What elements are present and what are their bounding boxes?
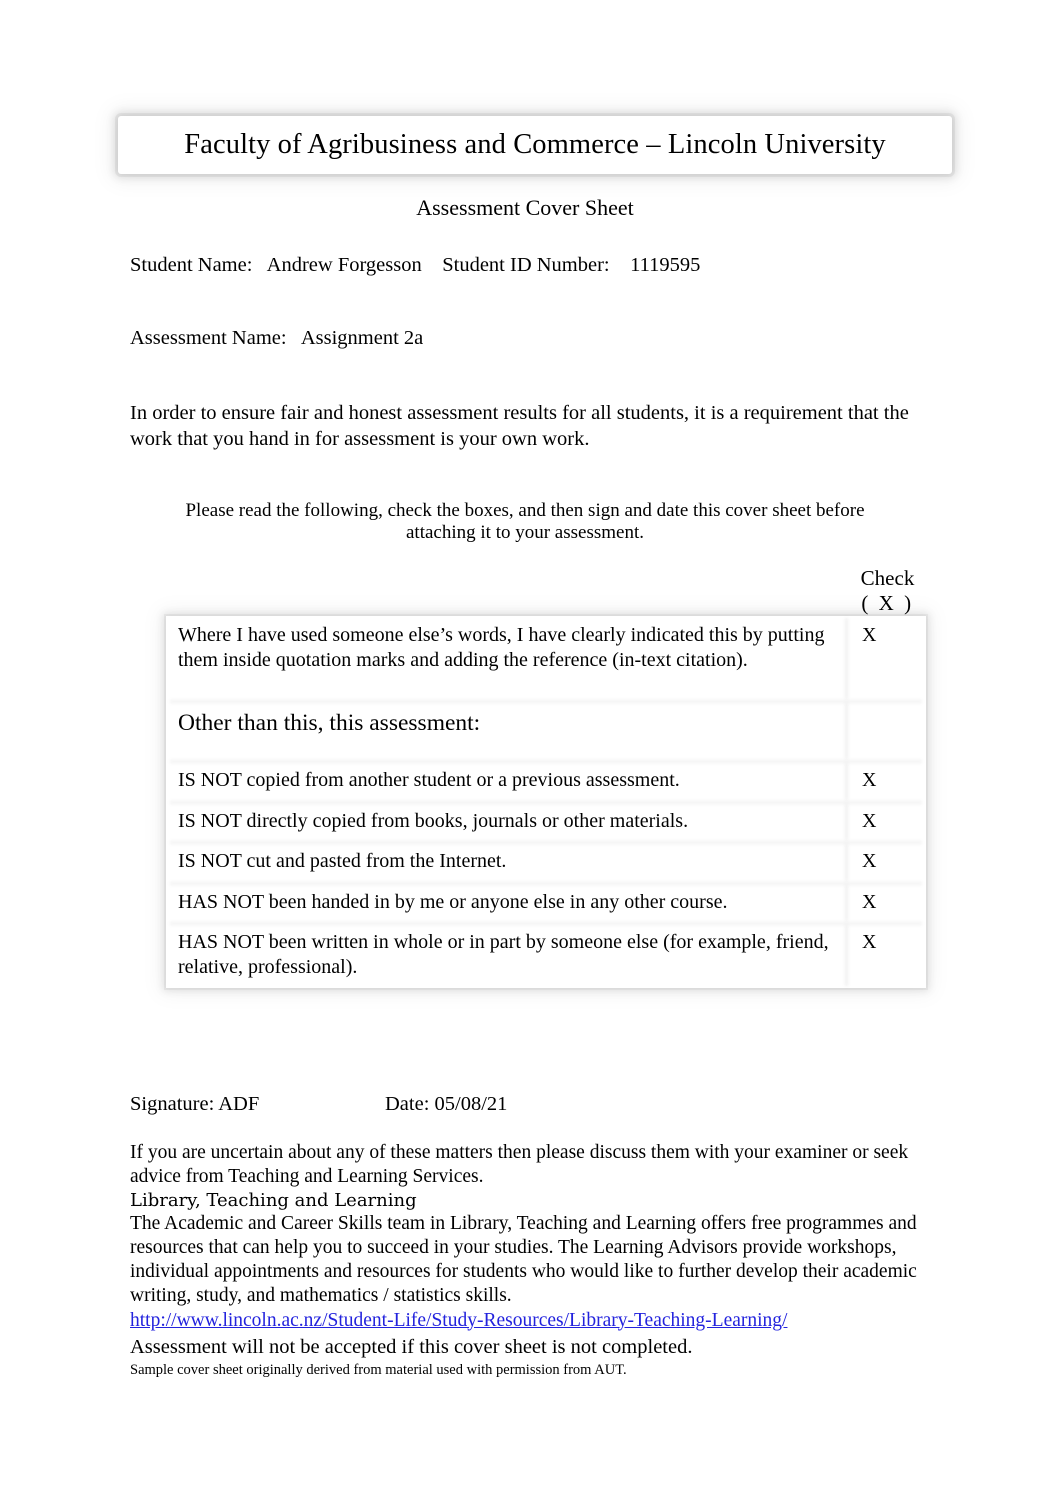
signature-row: Signature: ADF Date: 05/08/21 — [130, 1090, 920, 1118]
table-row: IS NOT copied from another student or a … — [166, 761, 926, 802]
instruction-paragraph: Please read the following, check the box… — [185, 500, 865, 543]
footer-uncertain-text: If you are uncertain about any of these … — [130, 1142, 909, 1187]
intro-paragraph: In order to ensure fair and honest asses… — [130, 402, 909, 450]
declaration-statement: IS NOT directly copied from books, journ… — [178, 809, 689, 832]
footer-description: The Academic and Career Skills team in L… — [130, 1213, 917, 1306]
declaration-table: Where I have used someone else’s words, … — [166, 616, 926, 988]
table-row: HAS NOT been written in whole or in part… — [166, 923, 926, 988]
declaration-section-heading: Other than this, this assessment: — [178, 710, 481, 736]
footer-information: If you are uncertain about any of these … — [130, 1141, 922, 1380]
declaration-checkbox-cell[interactable]: X — [846, 842, 926, 883]
declaration-checkbox-cell[interactable]: X — [846, 616, 926, 701]
footer-fineprint: Sample cover sheet originally derived fr… — [130, 1361, 627, 1378]
declaration-statement: IS NOT cut and pasted from the Internet. — [178, 850, 507, 872]
signature-field[interactable]: Signature: ADF — [130, 1093, 259, 1115]
declaration-checkbox-cell[interactable]: X — [846, 802, 926, 843]
footer-service-name: Library, Teaching and Learning — [130, 1189, 417, 1211]
declaration-checkbox-cell[interactable]: X — [846, 761, 926, 802]
footer-not-accepted-warning: Assessment will not be accepted if this … — [130, 1335, 693, 1358]
page-subtitle: Assessment Cover Sheet — [416, 195, 634, 220]
date-field[interactable]: Date: 05/08/21 — [385, 1090, 507, 1118]
table-row: HAS NOT been handed in by me or anyone e… — [166, 883, 926, 924]
check-column-header-line2: ( X ) — [861, 591, 914, 615]
table-row: Other than this, this assessment: — [166, 701, 926, 761]
declaration-checkbox-cell[interactable]: X — [846, 923, 926, 988]
declaration-statement: HAS NOT been written in whole or in part… — [178, 931, 829, 978]
table-row: IS NOT directly copied from books, journ… — [166, 802, 926, 843]
table-row: Where I have used someone else’s words, … — [166, 616, 926, 701]
assessment-name-line: Assessment Name: Assignment 2a — [130, 327, 424, 349]
student-name-and-id-line: Student Name: Andrew Forgesson Student I… — [130, 254, 701, 276]
declaration-statement: IS NOT copied from another student or a … — [178, 769, 680, 791]
declaration-checkbox-cell[interactable]: X — [846, 883, 926, 924]
table-row: IS NOT cut and pasted from the Internet.… — [166, 842, 926, 883]
declaration-statement: Where I have used someone else’s words, … — [178, 624, 825, 671]
declaration-checkbox-cell[interactable] — [846, 701, 926, 761]
library-teaching-learning-link[interactable]: http://www.lincoln.ac.nz/Student-Life/St… — [130, 1308, 922, 1334]
cover-sheet-page: Faculty of Agribusiness and Commerce – L… — [0, 0, 1062, 1506]
declaration-statement: HAS NOT been handed in by me or anyone e… — [178, 890, 728, 913]
page-title: Faculty of Agribusiness and Commerce – L… — [184, 129, 886, 160]
check-column-header: Check ( X ) — [820, 566, 955, 616]
check-column-header-line1: Check — [860, 566, 915, 590]
